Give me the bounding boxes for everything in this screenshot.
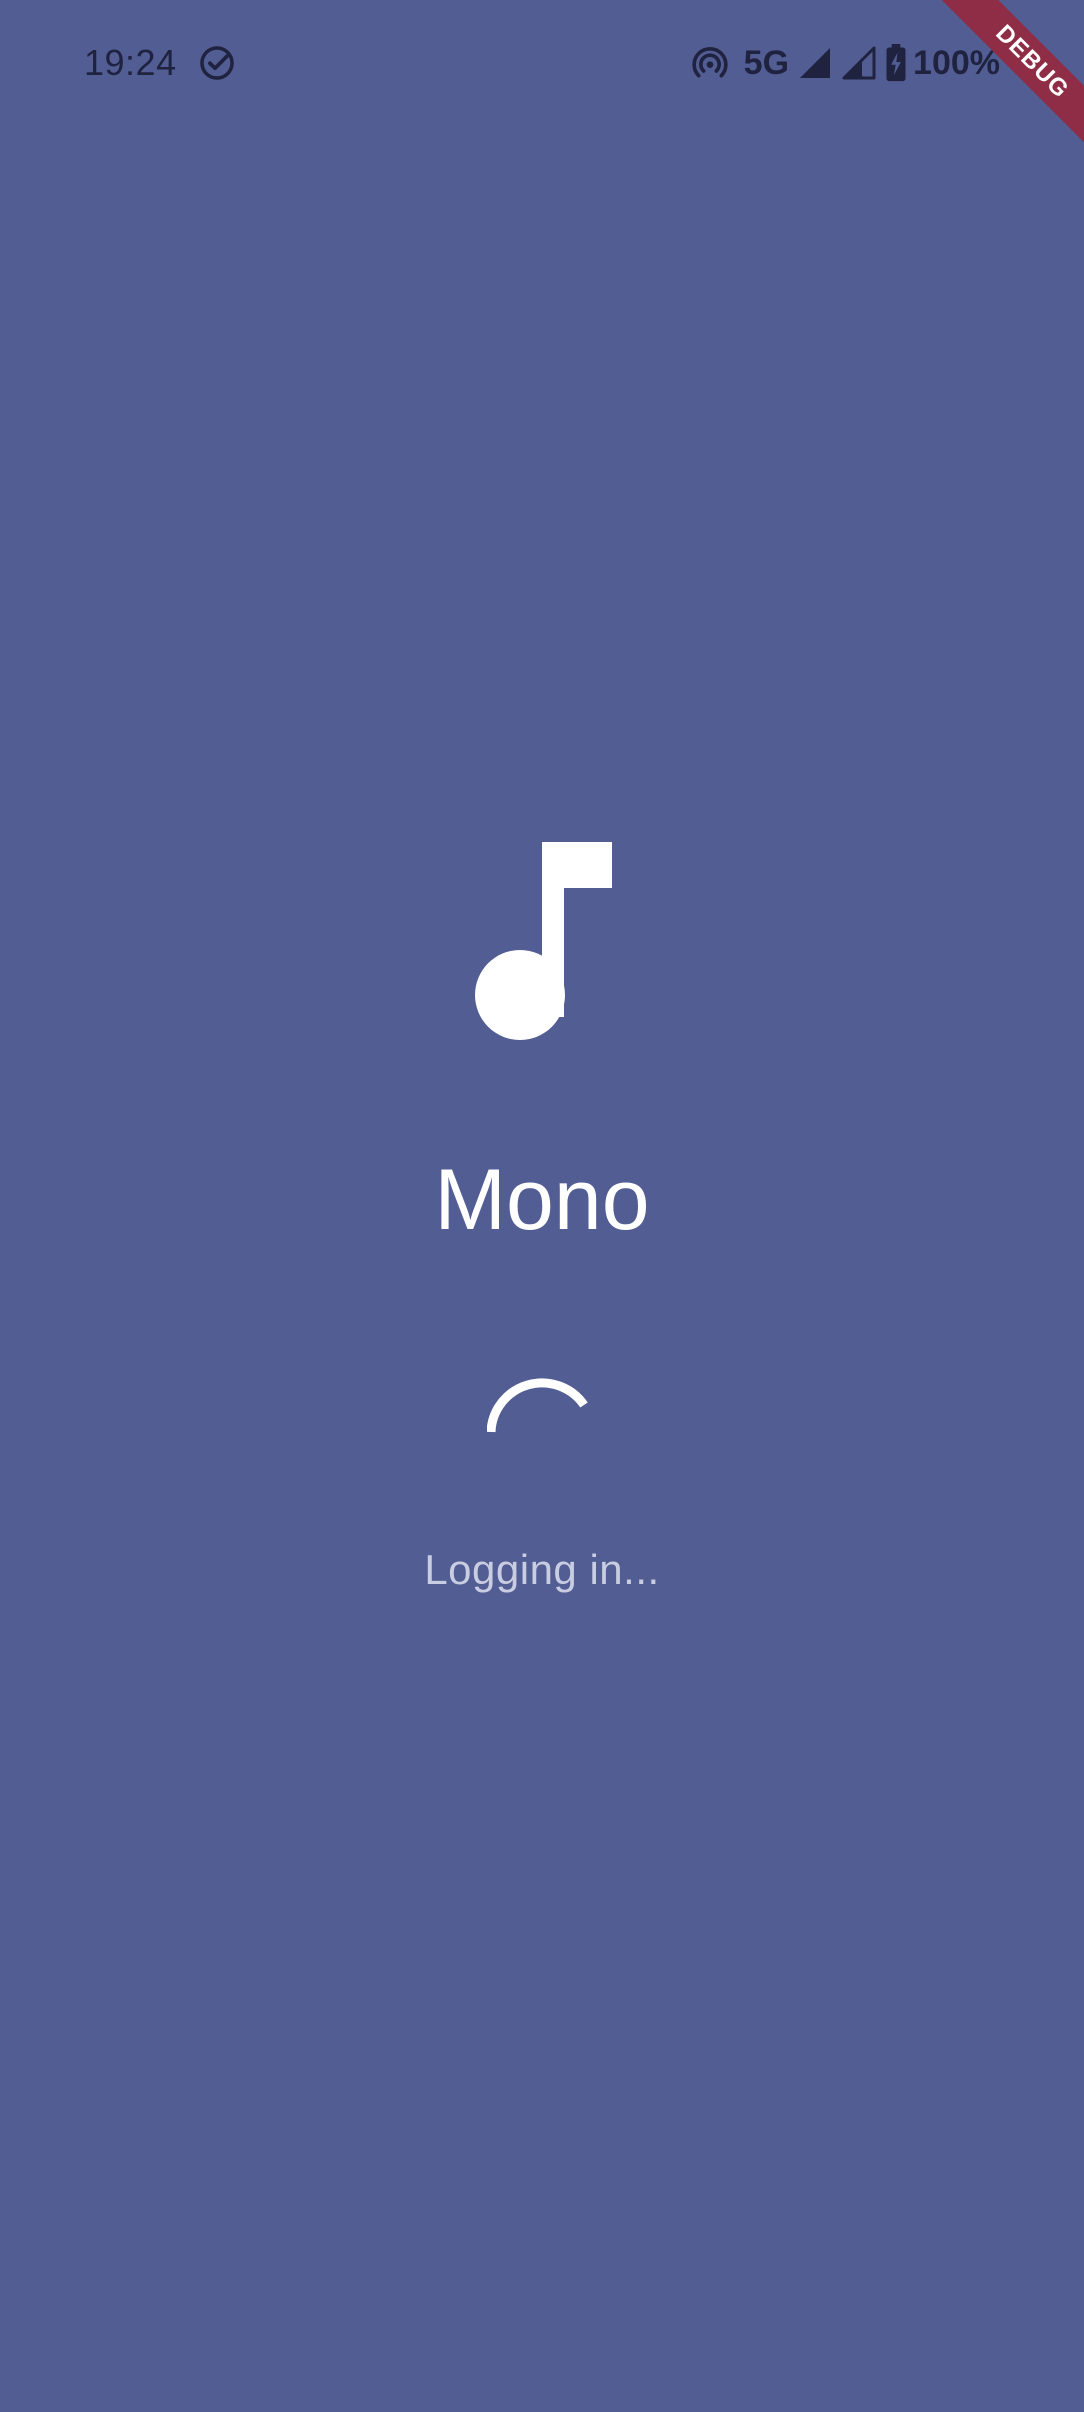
music-note-icon (475, 842, 612, 1040)
battery-charging-icon (886, 44, 906, 82)
hotspot-icon (692, 47, 728, 78)
network-type: 5G (743, 44, 790, 82)
signal-partial-icon (842, 46, 876, 80)
loading-spinner (487, 1378, 588, 1433)
status-bar: 19:24 5G 100% (0, 0, 1084, 125)
signal-full-icon (800, 48, 831, 78)
debug-label: DEBUG (933, 0, 1084, 160)
debug-ribbon: DEBUG (924, 0, 1084, 160)
status-time: 19:24 (84, 42, 177, 83)
loading-status-text: Logging in... (424, 1546, 660, 1593)
app-title: Mono (434, 1152, 650, 1248)
check-circle-icon (200, 46, 234, 80)
